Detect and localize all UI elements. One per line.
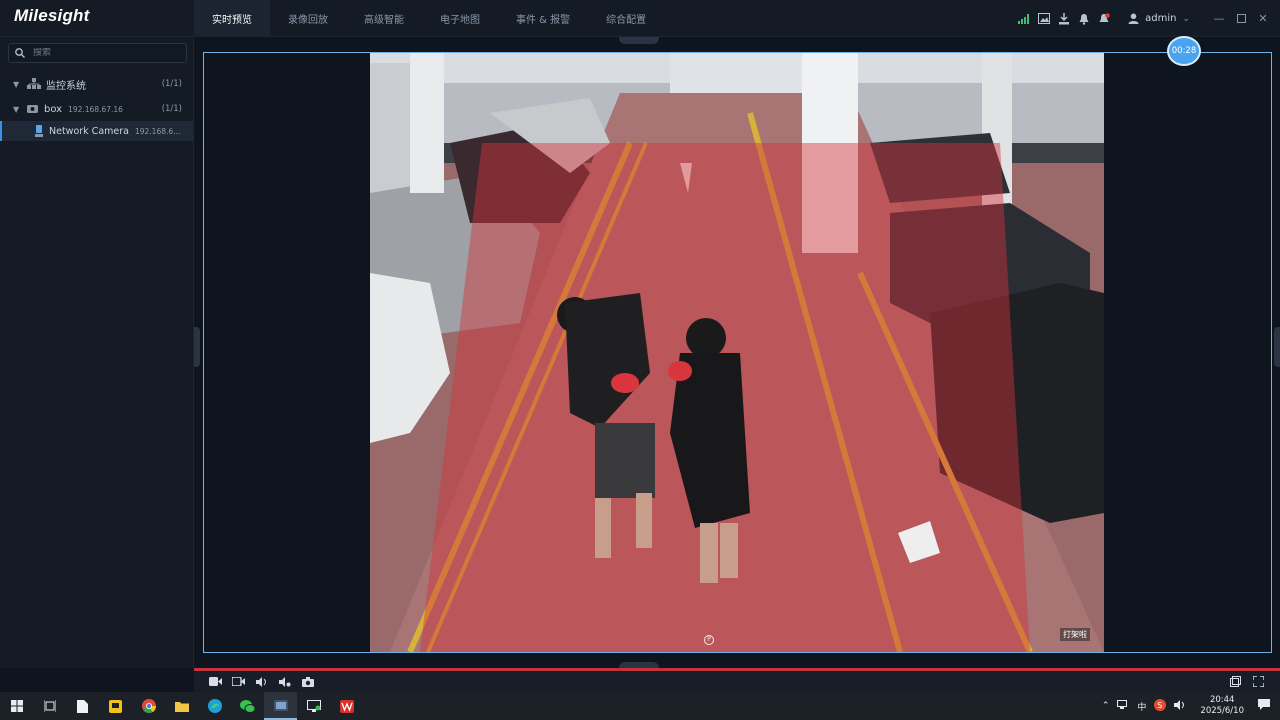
clock-time: 20:44 xyxy=(1209,695,1235,705)
notification-icon[interactable] xyxy=(1258,699,1270,713)
file-icon[interactable] xyxy=(66,692,99,720)
windows-start-icon[interactable] xyxy=(0,692,33,720)
user-icon xyxy=(1128,13,1139,24)
tree-item-label: box xyxy=(44,103,63,115)
chevron-down-icon[interactable]: ▼ xyxy=(13,105,23,114)
snapshot-icon[interactable] xyxy=(296,672,319,692)
live-view-area: 打架啦 P xyxy=(194,37,1280,669)
ptz-icon[interactable]: P xyxy=(704,635,714,645)
collapse-sidebar-handle[interactable] xyxy=(194,327,200,367)
tab-emap[interactable]: 电子地图 xyxy=(422,0,498,37)
speaker-icon[interactable] xyxy=(250,672,273,692)
tree-item-box[interactable]: ▼ box 192.168.67.16 (1/1) xyxy=(0,99,194,119)
device-ip: 192.168.67.16 xyxy=(68,104,123,114)
layout-icon[interactable] xyxy=(1224,672,1247,692)
device-count: (1/1) xyxy=(161,79,182,89)
clock-date: 2025/6/10 xyxy=(1200,706,1244,716)
tab-playback[interactable]: 录像回放 xyxy=(270,0,346,37)
signal-icon[interactable] xyxy=(1014,9,1034,29)
network-icon xyxy=(27,78,41,89)
notes-app-icon[interactable] xyxy=(99,692,132,720)
remote-desktop-icon[interactable] xyxy=(297,692,330,720)
os-taskbar: ⌃ 中 S 20:44 2025/6/10 xyxy=(0,692,1280,720)
minimize-icon[interactable]: — xyxy=(1208,9,1230,29)
download-icon[interactable] xyxy=(1054,9,1074,29)
video-clip-icon[interactable] xyxy=(227,672,250,692)
tree-item-network-camera[interactable]: Network Camera 192.168.6... xyxy=(0,121,194,141)
system-clock[interactable]: 20:44 2025/6/10 xyxy=(1200,695,1244,717)
tab-events-alarms[interactable]: 事件 & 报警 xyxy=(498,0,588,37)
chevron-down-icon: ⌄ xyxy=(1182,13,1190,24)
fullscreen-icon[interactable] xyxy=(1247,672,1270,692)
system-tray: ⌃ 中 S 20:44 2025/6/10 xyxy=(1098,692,1280,720)
overlay-label: 打架啦 xyxy=(1060,628,1090,641)
user-name: admin xyxy=(1145,13,1177,24)
camera-icon xyxy=(35,125,43,137)
alarm-icon[interactable] xyxy=(1094,9,1114,29)
search-icon xyxy=(15,48,25,58)
svg-text:S: S xyxy=(1158,701,1163,710)
chevron-down-icon[interactable]: ▼ xyxy=(13,80,23,89)
tree-item-label: Network Camera xyxy=(49,125,129,137)
search-input[interactable] xyxy=(33,48,173,58)
app-logo: Milesight xyxy=(14,6,90,25)
milesight-app-icon[interactable] xyxy=(264,692,297,720)
device-ip: 192.168.6... xyxy=(134,126,181,136)
device-count: (1/1) xyxy=(161,104,182,114)
header-actions: admin ⌄ — ✕ xyxy=(1014,0,1280,37)
device-sidebar: ▼ 监控系统 (1/1) ▼ box 192.168.67.16 (1/1) N… xyxy=(0,37,194,668)
collapse-right-handle[interactable] xyxy=(1274,327,1280,367)
volume-icon[interactable] xyxy=(1174,699,1186,713)
top-bar: Milesight 实时预览 录像回放 高级智能 电子地图 事件 & 报警 综合… xyxy=(0,0,1280,37)
tree-item-label: 监控系统 xyxy=(46,80,86,92)
close-icon[interactable]: ✕ xyxy=(1252,9,1274,29)
network-tray-icon[interactable] xyxy=(1117,699,1129,713)
parking-garage-scene xyxy=(370,53,1104,652)
search-box[interactable] xyxy=(8,43,187,63)
tab-configuration[interactable]: 综合配置 xyxy=(588,0,664,37)
wps-icon[interactable] xyxy=(330,692,363,720)
collapse-top-handle[interactable] xyxy=(619,37,659,44)
tree-item-monitoring-system[interactable]: ▼ 监控系统 (1/1) xyxy=(0,74,194,94)
camera-feed: 打架啦 P xyxy=(370,53,1104,652)
tab-live-view[interactable]: 实时预览 xyxy=(194,0,270,37)
image-icon[interactable] xyxy=(1034,9,1054,29)
tab-advanced-intelligence[interactable]: 高级智能 xyxy=(346,0,422,37)
wechat-icon[interactable] xyxy=(231,692,264,720)
talk-icon[interactable] xyxy=(273,672,296,692)
edge-icon[interactable] xyxy=(198,692,231,720)
main-nav: 实时预览 录像回放 高级智能 电子地图 事件 & 报警 综合配置 xyxy=(194,0,664,37)
video-pane[interactable]: 打架啦 P xyxy=(203,52,1272,653)
chrome-icon[interactable] xyxy=(132,692,165,720)
video-toolbar xyxy=(194,671,1280,692)
recording-timer[interactable]: 00:28 xyxy=(1167,36,1201,66)
folder-icon[interactable] xyxy=(165,692,198,720)
user-menu[interactable]: admin ⌄ xyxy=(1128,13,1190,24)
maximize-icon[interactable] xyxy=(1230,9,1252,29)
task-view-icon[interactable] xyxy=(33,692,66,720)
nvr-icon xyxy=(27,105,38,113)
ime-indicator[interactable]: 中 xyxy=(1137,700,1146,713)
record-icon[interactable] xyxy=(204,672,227,692)
sogou-icon[interactable]: S xyxy=(1154,698,1167,714)
chevron-up-icon[interactable]: ⌃ xyxy=(1102,701,1110,711)
bell-icon[interactable] xyxy=(1074,9,1094,29)
